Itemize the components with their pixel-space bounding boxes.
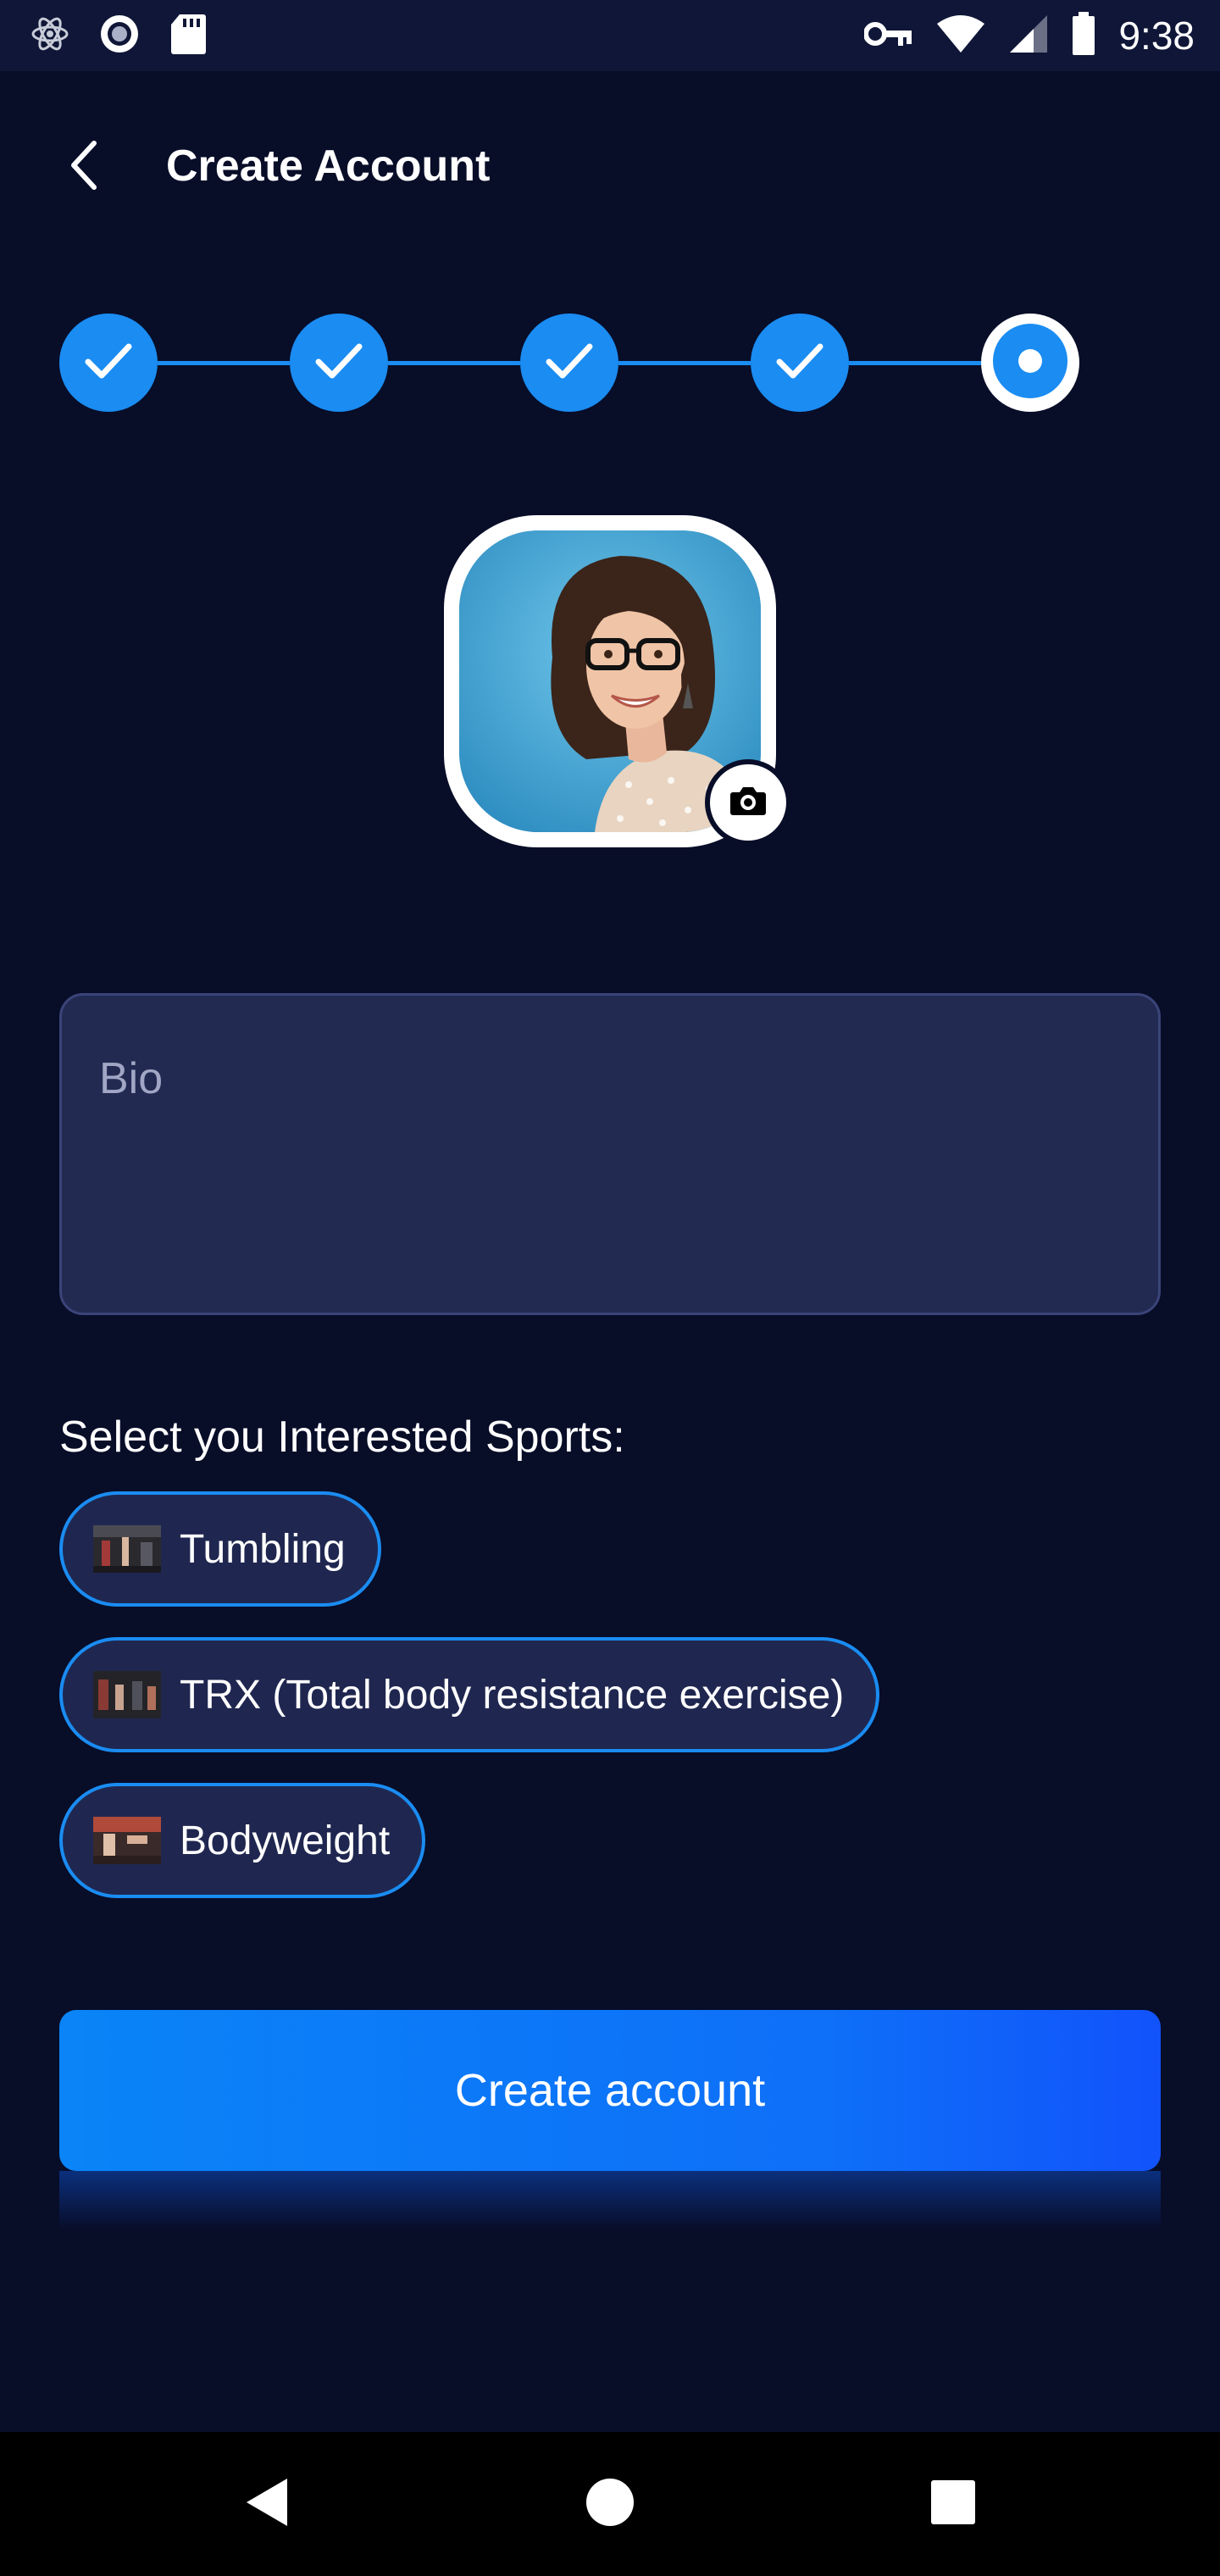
tumbling-thumbnail-icon: [93, 1525, 161, 1573]
checkmark-icon: [83, 341, 134, 385]
step-2-completed: [290, 314, 388, 412]
sport-chip-trx[interactable]: TRX (Total body resistance exercise): [59, 1637, 880, 1752]
wifi-icon: [935, 14, 986, 58]
nav-home-button[interactable]: [572, 2466, 648, 2542]
sport-chip-label: Bodyweight: [180, 1818, 391, 1863]
step-4-completed: [751, 314, 849, 412]
radio-dot-icon: [990, 320, 1071, 406]
signal-icon: [1008, 14, 1049, 58]
step-connector: [388, 361, 520, 365]
battery-icon: [1071, 11, 1096, 60]
status-bar: 9:38: [0, 0, 1220, 71]
page-title: Create Account: [166, 142, 491, 191]
back-button[interactable]: [54, 137, 114, 197]
back-triangle-icon: [241, 2475, 292, 2534]
nav-back-button[interactable]: [229, 2466, 305, 2542]
key-icon: [863, 19, 913, 53]
step-3-completed: [520, 314, 618, 412]
status-right-icons: 9:38: [842, 11, 1195, 60]
sport-chip-label: Tumbling: [180, 1526, 346, 1572]
step-1-completed: [59, 314, 158, 412]
sport-chip-label: TRX (Total body resistance exercise): [180, 1672, 845, 1718]
sports-section-label: Select you Interested Sports:: [59, 1413, 625, 1462]
atom-icon: [30, 13, 69, 59]
home-circle-icon: [585, 2477, 635, 2532]
checkmark-icon: [544, 341, 595, 385]
bio-placeholder: Bio: [99, 1054, 164, 1103]
checkmark-icon: [313, 341, 364, 385]
step-5-current: [981, 314, 1079, 412]
step-connector: [849, 361, 981, 365]
checkmark-icon: [774, 341, 825, 385]
sd-card-icon: [169, 13, 207, 59]
step-connector: [618, 361, 751, 365]
chevron-left-icon: [67, 140, 101, 195]
camera-icon: [729, 786, 767, 820]
recents-square-icon: [929, 2479, 977, 2530]
bio-field[interactable]: Bio: [59, 993, 1161, 1315]
change-photo-button[interactable]: [705, 759, 791, 846]
nav-recents-button[interactable]: [915, 2466, 991, 2542]
step-connector: [158, 361, 290, 365]
status-time: 9:38: [1118, 14, 1195, 58]
app-header: Create Account: [0, 127, 1220, 203]
progress-stepper: [59, 314, 1079, 412]
trx-thumbnail-icon: [93, 1671, 161, 1718]
create-account-button[interactable]: Create account: [59, 2010, 1161, 2171]
sport-chip-bodyweight[interactable]: Bodyweight: [59, 1783, 426, 1898]
button-glow: [59, 2171, 1161, 2230]
system-nav-bar: [0, 2432, 1220, 2576]
record-icon: [98, 13, 141, 59]
bodyweight-thumbnail-icon: [93, 1817, 161, 1864]
sport-chip-tumbling[interactable]: Tumbling: [59, 1491, 381, 1607]
status-left-icons: [30, 13, 236, 59]
